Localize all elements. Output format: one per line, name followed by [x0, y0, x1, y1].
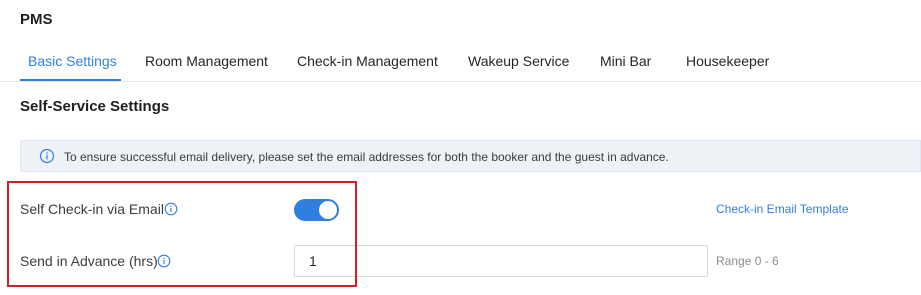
- tab-housekeeper[interactable]: Housekeeper: [686, 53, 769, 69]
- info-icon: [39, 148, 55, 164]
- app-title: PMS: [20, 11, 53, 28]
- check-in-email-template-link[interactable]: Check-in Email Template: [716, 202, 849, 216]
- tab-check-in-management[interactable]: Check-in Management: [297, 53, 438, 69]
- tab-room-management[interactable]: Room Management: [145, 53, 268, 69]
- tab-bar: Basic Settings Room Management Check-in …: [0, 44, 921, 82]
- range-hint: Range 0 - 6: [716, 254, 779, 268]
- tab-wakeup-service[interactable]: Wakeup Service: [468, 53, 569, 69]
- notice-text: To ensure successful email delivery, ple…: [64, 150, 669, 164]
- tab-mini-bar[interactable]: Mini Bar: [600, 53, 651, 69]
- highlight-annotation-box: [7, 181, 357, 287]
- section-title: Self-Service Settings: [20, 98, 170, 115]
- notice-banner: To ensure successful email delivery, ple…: [20, 140, 921, 172]
- active-tab-indicator: [20, 79, 121, 81]
- tab-basic-settings[interactable]: Basic Settings: [28, 53, 117, 69]
